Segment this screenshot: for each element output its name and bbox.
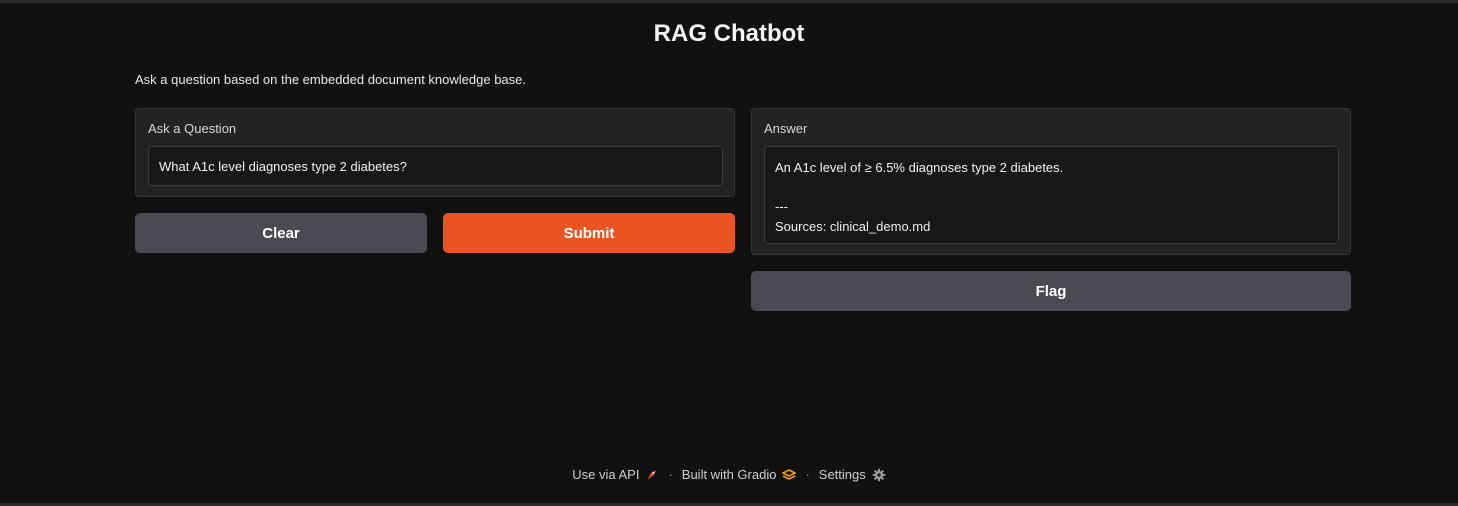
question-panel: Ask a Question: [135, 108, 735, 197]
footer: Use via API · Built with Gradio · Settin…: [0, 467, 1458, 482]
page-title: RAG Chatbot: [653, 20, 805, 47]
footer-separator: ·: [805, 467, 810, 482]
use-via-api-link[interactable]: Use via API: [572, 467, 659, 482]
answer-label: Answer: [764, 121, 808, 136]
built-with-gradio-link[interactable]: Built with Gradio: [681, 467, 798, 482]
rocket-icon: [645, 468, 659, 482]
answer-panel: Answer An A1c level of ≥ 6.5% diagnoses …: [751, 108, 1351, 255]
clear-button[interactable]: Clear: [135, 213, 427, 253]
top-border: [0, 0, 1458, 3]
settings-link[interactable]: Settings: [819, 467, 886, 482]
gradio-logo-icon: [781, 468, 798, 482]
question-input[interactable]: [148, 146, 723, 186]
submit-button[interactable]: Submit: [443, 213, 735, 253]
question-label: Ask a Question: [148, 121, 237, 136]
page-description: Ask a question based on the embedded doc…: [135, 72, 526, 87]
footer-separator: ·: [668, 467, 673, 482]
answer-output[interactable]: An A1c level of ≥ 6.5% diagnoses type 2 …: [764, 146, 1339, 244]
gear-icon: [872, 468, 886, 482]
built-with-gradio-label: Built with Gradio: [681, 467, 777, 482]
flag-button[interactable]: Flag: [751, 271, 1351, 311]
settings-label: Settings: [818, 467, 866, 482]
use-via-api-label: Use via API: [572, 467, 640, 482]
